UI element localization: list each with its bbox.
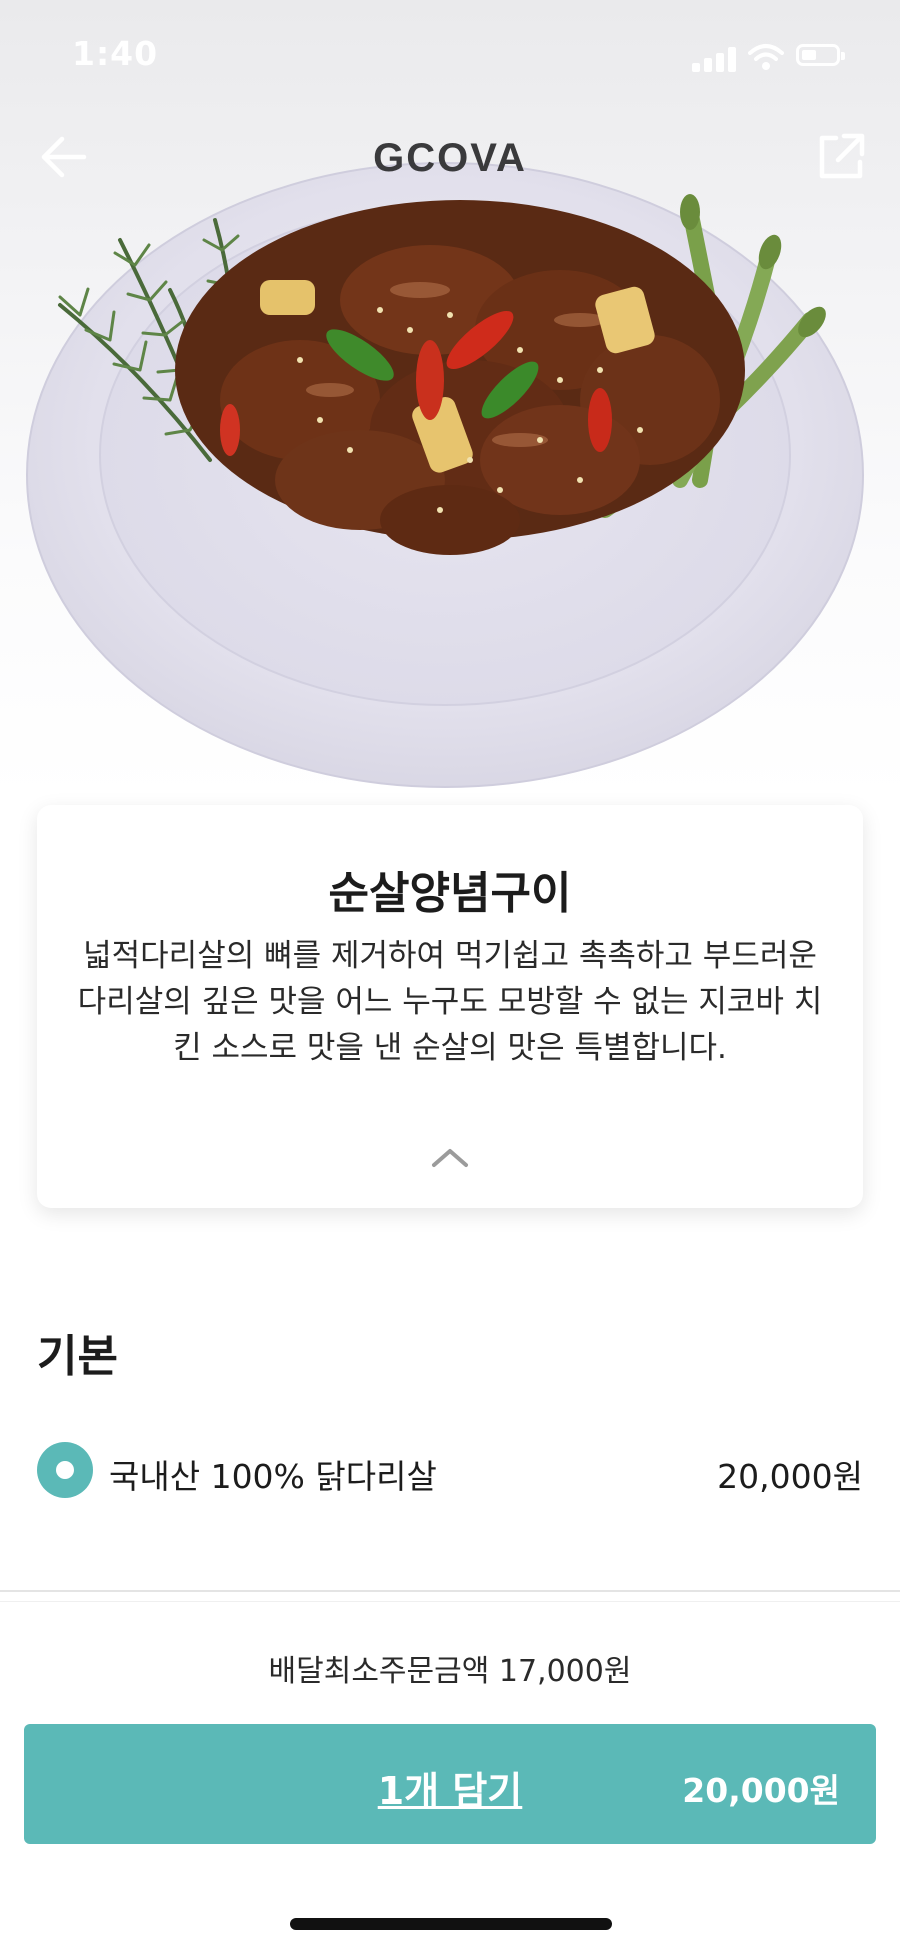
radio-selected-icon[interactable] xyxy=(37,1442,93,1498)
signal-icon xyxy=(692,46,736,72)
option-price: 20,000원 xyxy=(717,1457,863,1496)
brand-logo: GCOVA xyxy=(373,136,527,180)
min-order-notice: 배달최소주문금액 17,000원 xyxy=(268,1654,632,1689)
add-to-cart-button[interactable]: 1개 담기 20,000원 xyxy=(24,1724,876,1844)
battery-icon xyxy=(796,44,845,66)
option-row[interactable]: 국내산 100% 닭다리살 20,000원 xyxy=(37,1440,863,1500)
cart-button-price: 20,000원 xyxy=(682,1771,840,1810)
food-photo xyxy=(26,162,864,788)
chevron-up-icon[interactable] xyxy=(430,1145,470,1171)
menu-title: 순살양념구이 xyxy=(328,868,572,919)
share-icon[interactable] xyxy=(814,128,870,184)
menu-description: 넓적다리살의 뼈를 제거하여 먹기쉽고 촉촉하고 부드러운 다리살의 깊은 맛을… xyxy=(77,938,823,1066)
hero-image-area: 1:40 GCOVA xyxy=(0,0,900,800)
divider xyxy=(0,1590,900,1592)
option-section-title: 기본 xyxy=(37,1331,118,1382)
status-time: 1:40 xyxy=(72,34,159,73)
menu-description-card: 순살양념구이 넓적다리살의 뼈를 제거하여 먹기쉽고 촉촉하고 부드러운 다리살… xyxy=(37,805,863,1208)
option-label: 국내산 100% 닭다리살 xyxy=(109,1457,437,1496)
wifi-icon xyxy=(748,44,784,70)
home-indicator[interactable] xyxy=(290,1918,612,1930)
divider xyxy=(0,1601,900,1602)
status-bar: 1:40 xyxy=(0,0,900,110)
